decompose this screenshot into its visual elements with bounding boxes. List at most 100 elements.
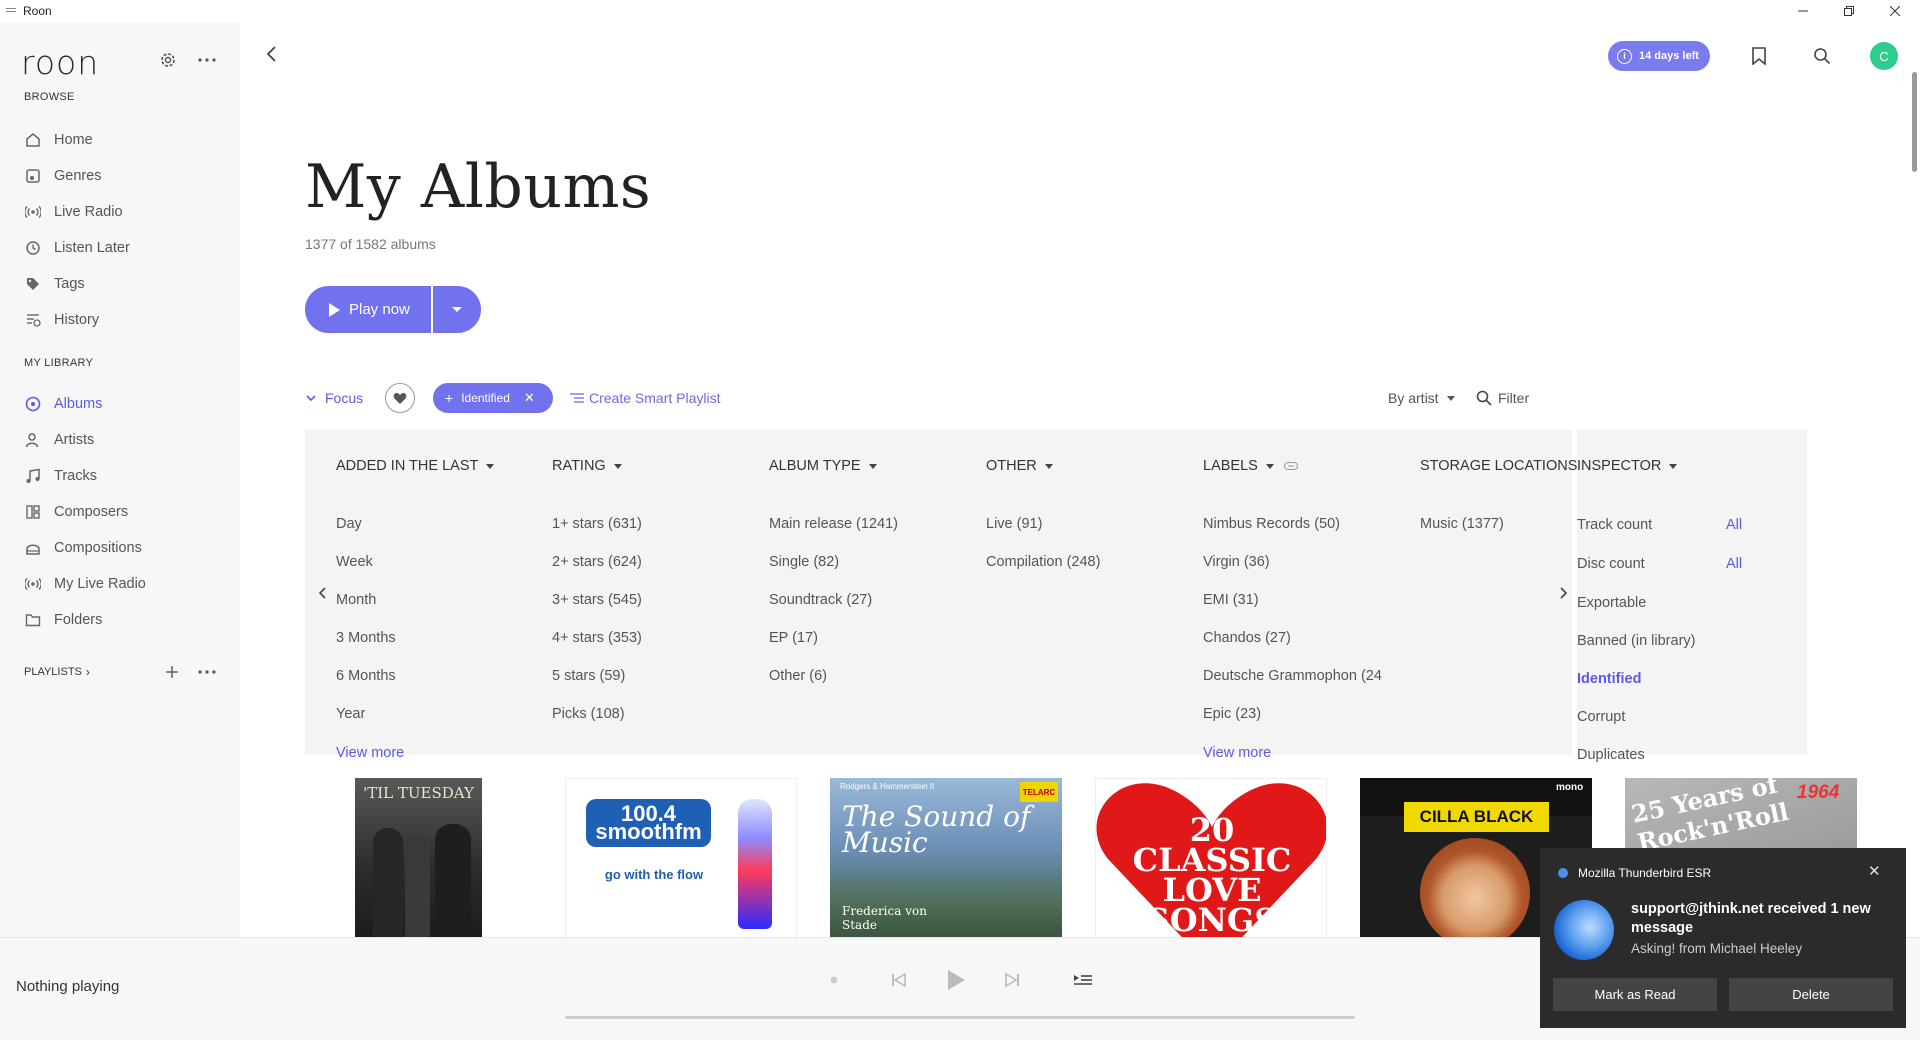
- view-more-link[interactable]: View more: [336, 745, 404, 761]
- remove-chip-icon[interactable]: ✕: [524, 390, 535, 406]
- focus-option[interactable]: Other (6): [769, 668, 827, 684]
- playlists-more-icon[interactable]: [195, 660, 219, 684]
- add-playlist-icon[interactable]: [160, 660, 184, 684]
- more-options-icon[interactable]: [195, 48, 219, 72]
- album-cover[interactable]: The Sound of Music Rodgers & Hammerstein…: [830, 778, 1062, 938]
- sidebar-item-home[interactable]: Home: [24, 128, 93, 152]
- play-options-dropdown[interactable]: [433, 286, 481, 333]
- delete-button[interactable]: Delete: [1729, 978, 1893, 1011]
- focus-option[interactable]: Epic (23): [1203, 706, 1261, 722]
- chevron-left-icon[interactable]: [315, 585, 331, 601]
- restore-button[interactable]: [1826, 0, 1872, 22]
- sidebar-item-tags[interactable]: Tags: [24, 272, 85, 296]
- queue-icon[interactable]: [1068, 965, 1098, 995]
- scrollbar-thumb[interactable]: [1912, 72, 1917, 172]
- mark-as-read-button[interactable]: Mark as Read: [1553, 978, 1717, 1011]
- focus-column-header[interactable]: LABELS: [1203, 458, 1298, 474]
- inspector-option[interactable]: Track count: [1577, 517, 1652, 533]
- previous-track-icon[interactable]: [884, 965, 914, 995]
- create-smart-playlist-link[interactable]: Create Smart Playlist: [570, 383, 720, 413]
- album-cover[interactable]: 'TIL TUESDAY: [355, 778, 482, 938]
- inspector-option[interactable]: Disc count: [1577, 556, 1645, 572]
- disc-count-all[interactable]: All: [1726, 556, 1742, 572]
- focus-option[interactable]: Chandos (27): [1203, 630, 1291, 646]
- inspector-option[interactable]: Exportable: [1577, 595, 1646, 611]
- focus-option[interactable]: Nimbus Records (50): [1203, 516, 1340, 532]
- sidebar-item-folders[interactable]: Folders: [24, 608, 102, 632]
- focus-option[interactable]: Soundtrack (27): [769, 592, 872, 608]
- play-icon[interactable]: [941, 965, 971, 995]
- focus-option[interactable]: 6 Months: [336, 668, 396, 684]
- focus-column-header[interactable]: ALBUM TYPE: [769, 458, 877, 474]
- album-cover[interactable]: 100.4 smoothfm go with the flow: [565, 778, 797, 938]
- focus-column-header[interactable]: OTHER: [986, 458, 1053, 474]
- chevron-right-icon[interactable]: [1555, 585, 1571, 601]
- focus-option[interactable]: 4+ stars (353): [552, 630, 642, 646]
- focus-option[interactable]: 5 stars (59): [552, 668, 625, 684]
- focus-option[interactable]: Picks (108): [552, 706, 625, 722]
- sidebar-item-tracks[interactable]: Tracks: [24, 464, 97, 488]
- focus-option[interactable]: 3+ stars (545): [552, 592, 642, 608]
- sidebar-item-listen-later[interactable]: Listen Later: [24, 236, 130, 260]
- back-arrow-icon[interactable]: [260, 42, 284, 66]
- focus-toggle[interactable]: Focus: [305, 383, 363, 413]
- focus-option[interactable]: 2+ stars (624): [552, 554, 642, 570]
- focus-option[interactable]: Month: [336, 592, 376, 608]
- focus-option[interactable]: Year: [336, 706, 365, 722]
- inspector-option[interactable]: Corrupt: [1577, 709, 1625, 725]
- sidebar-item-compositions[interactable]: Compositions: [24, 536, 142, 560]
- bookmark-icon[interactable]: [1747, 44, 1771, 68]
- search-icon[interactable]: [1810, 44, 1834, 68]
- focus-column-header[interactable]: INSPECTOR: [1577, 458, 1678, 474]
- inspector-option[interactable]: Duplicates: [1577, 747, 1645, 763]
- trial-badge-label: 14 days left: [1639, 50, 1699, 62]
- focus-option[interactable]: Deutsche Grammophon (24: [1203, 668, 1387, 684]
- trial-badge[interactable]: i 14 days left: [1608, 41, 1710, 71]
- inspector-option-selected[interactable]: Identified: [1577, 671, 1641, 687]
- focus-option[interactable]: 3 Months: [336, 630, 396, 646]
- sort-dropdown[interactable]: By artist: [1388, 383, 1455, 413]
- view-more-link[interactable]: View more: [1203, 745, 1271, 761]
- favorite-filter-button[interactable]: [385, 383, 415, 413]
- avatar[interactable]: C: [1870, 42, 1898, 70]
- focus-column-header[interactable]: STORAGE LOCATIONS: [1420, 458, 1594, 474]
- settings-gear-icon[interactable]: [156, 48, 180, 72]
- focus-option[interactable]: EP (17): [769, 630, 818, 646]
- next-track-icon[interactable]: [997, 965, 1027, 995]
- filter-button[interactable]: Filter: [1476, 383, 1529, 413]
- sidebar-item-artists[interactable]: Artists: [24, 428, 94, 452]
- focus-option[interactable]: Day: [336, 516, 362, 532]
- focus-option[interactable]: EMI (31): [1203, 592, 1259, 608]
- focus-option[interactable]: Main release (1241): [769, 516, 898, 532]
- track-count-all[interactable]: All: [1726, 517, 1742, 533]
- identified-filter-chip[interactable]: + Identified ✕: [433, 383, 553, 413]
- focus-column-header[interactable]: ADDED IN THE LAST: [336, 458, 495, 474]
- sidebar-item-history[interactable]: History: [24, 308, 99, 332]
- zone-indicator-icon[interactable]: [819, 965, 849, 995]
- close-icon[interactable]: ✕: [1868, 862, 1881, 880]
- play-now-button[interactable]: Play now: [305, 286, 431, 333]
- compositions-icon: [24, 539, 42, 557]
- chevron-down-icon: [452, 307, 462, 312]
- focus-option[interactable]: Single (82): [769, 554, 839, 570]
- progress-bar[interactable]: [565, 1016, 1355, 1019]
- sidebar-item-composers[interactable]: Composers: [24, 500, 128, 524]
- focus-column-header[interactable]: RATING: [552, 458, 622, 474]
- sidebar-item-live-radio[interactable]: Live Radio: [24, 200, 123, 224]
- focus-option[interactable]: Week: [336, 554, 373, 570]
- sidebar-item-label: Genres: [54, 168, 102, 184]
- sidebar-playlists-header[interactable]: PLAYLISTS ›: [24, 660, 90, 684]
- minimize-button[interactable]: [1780, 0, 1826, 22]
- sidebar-item-label: Albums: [54, 396, 103, 412]
- focus-option[interactable]: 1+ stars (631): [552, 516, 642, 532]
- sidebar-item-albums[interactable]: Albums: [24, 392, 102, 416]
- focus-option[interactable]: Live (91): [986, 516, 1042, 532]
- close-window-button[interactable]: [1872, 0, 1918, 22]
- focus-option[interactable]: Compilation (248): [986, 554, 1100, 570]
- focus-option[interactable]: Virgin (36): [1203, 554, 1270, 570]
- inspector-option[interactable]: Banned (in library): [1577, 633, 1695, 649]
- sidebar-item-my-live-radio[interactable]: My Live Radio: [24, 572, 146, 596]
- focus-option[interactable]: Music (1377): [1420, 516, 1504, 532]
- album-cover[interactable]: 20 CLASSIC LOVE SONGS: [1095, 778, 1327, 938]
- sidebar-item-genres[interactable]: Genres: [24, 164, 102, 188]
